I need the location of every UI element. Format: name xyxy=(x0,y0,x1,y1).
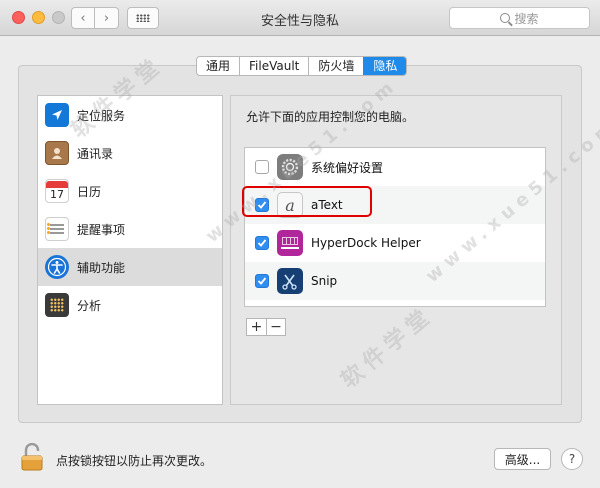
checkbox[interactable] xyxy=(255,160,269,174)
lock-icon[interactable] xyxy=(21,442,43,471)
lock-hint: 点按锁按钮以防止再次更改。 xyxy=(56,454,213,468)
checkbox[interactable] xyxy=(255,274,269,288)
sidebar-item-location[interactable]: 定位服务 xyxy=(38,96,222,134)
tab-general[interactable]: 通用 xyxy=(197,57,239,75)
location-icon xyxy=(45,103,69,127)
search-icon xyxy=(500,13,511,23)
reminders-icon xyxy=(45,217,69,241)
advanced-button[interactable]: 高级... xyxy=(494,448,551,470)
sidebar-item-calendar[interactable]: 17 日历 xyxy=(38,172,222,210)
sidebar-item-analytics[interactable]: 分析 xyxy=(38,286,222,324)
snip-icon xyxy=(277,268,303,294)
sidebar-item-contacts[interactable]: 通讯录 xyxy=(38,134,222,172)
help-button[interactable]: ? xyxy=(561,448,583,470)
add-app-button[interactable]: + xyxy=(247,319,266,335)
sidebar-item-accessibility[interactable]: 辅助功能 xyxy=(38,248,222,286)
search-field[interactable]: 搜索 xyxy=(449,7,590,29)
title-bar: ‹ › 安全性与隐私 搜索 xyxy=(0,0,600,36)
contacts-icon xyxy=(45,141,69,165)
search-placeholder: 搜索 xyxy=(514,11,539,26)
tab-filevault[interactable]: FileVault xyxy=(239,57,308,75)
calendar-icon-header xyxy=(46,180,68,188)
list-item[interactable]: Snip xyxy=(245,262,545,300)
list-item[interactable]: 系统偏好设置 xyxy=(245,148,545,186)
sidebar-item-label: 日历 xyxy=(77,184,102,199)
accessibility-icon xyxy=(45,255,69,279)
calendar-icon: 17 xyxy=(45,179,69,203)
tab-bar: 通用 FileVault 防火墙 隐私 xyxy=(196,56,408,76)
tab-firewall[interactable]: 防火墙 xyxy=(308,57,363,75)
sidebar-item-label: 分析 xyxy=(77,298,102,313)
sidebar-item-label: 提醒事项 xyxy=(77,222,126,237)
app-list: 系统偏好设置 a aText HyperDock Helper Snip xyxy=(244,147,546,307)
list-item[interactable]: HyperDock Helper xyxy=(245,224,545,262)
sidebar-item-label: 定位服务 xyxy=(77,108,126,123)
sidebar-item-label: 辅助功能 xyxy=(77,260,126,275)
remove-app-button[interactable]: − xyxy=(266,319,285,335)
highlight-box xyxy=(242,186,372,217)
system-preferences-icon xyxy=(277,154,303,180)
add-remove-control: + − xyxy=(246,318,286,336)
tab-privacy[interactable]: 隐私 xyxy=(363,57,407,75)
privacy-category-list: 定位服务 通讯录 17 日历 提醒事项 辅助功能 分析 xyxy=(37,95,223,405)
app-name: 系统偏好设置 xyxy=(311,160,384,175)
hyperdock-icon xyxy=(277,230,303,256)
pane-heading: 允许下面的应用控制您的电脑。 xyxy=(246,110,415,124)
app-name: Snip xyxy=(311,274,338,288)
sidebar-item-reminders[interactable]: 提醒事项 xyxy=(38,210,222,248)
calendar-icon-date: 17 xyxy=(50,187,64,201)
analytics-icon xyxy=(45,293,69,317)
app-name: HyperDock Helper xyxy=(311,236,421,250)
sidebar-item-label: 通讯录 xyxy=(77,146,114,161)
checkbox[interactable] xyxy=(255,236,269,250)
